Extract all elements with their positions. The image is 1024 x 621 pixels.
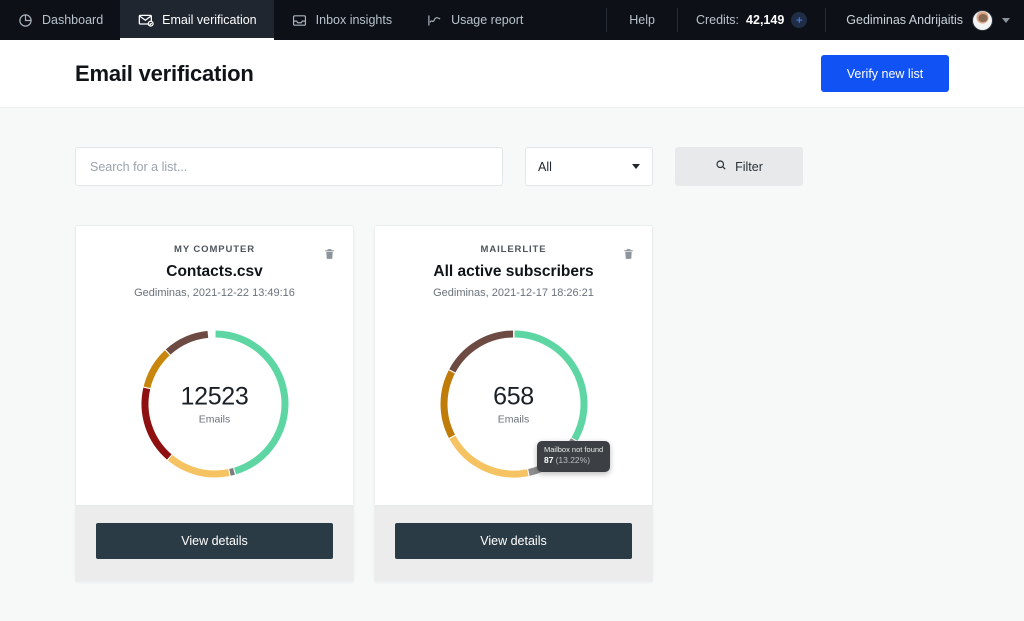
donut-segment[interactable] bbox=[440, 370, 455, 438]
view-details-button[interactable]: View details bbox=[395, 523, 632, 559]
donut-segment[interactable] bbox=[228, 468, 235, 476]
card-source: MAILERLITE bbox=[480, 244, 547, 255]
card-meta: Gediminas, 2021-12-22 13:49:16 bbox=[134, 287, 295, 299]
email-check-icon bbox=[137, 12, 154, 29]
donut-segment[interactable] bbox=[527, 438, 577, 476]
list-type-select-value: All bbox=[538, 159, 552, 174]
user-name: Gediminas Andrijaitis bbox=[846, 13, 963, 27]
donut-chart[interactable] bbox=[135, 324, 295, 484]
nav-item-dashboard[interactable]: Dashboard bbox=[0, 0, 120, 40]
chevron-down-icon bbox=[632, 164, 640, 169]
filter-button-label: Filter bbox=[735, 159, 763, 174]
card-body: MAILERLITE All active subscribers Gedimi… bbox=[375, 226, 652, 505]
donut-chart[interactable] bbox=[434, 324, 594, 484]
top-navbar: Dashboard Email verification Inbox insig… bbox=[0, 0, 1024, 40]
donut-segment[interactable] bbox=[141, 387, 172, 460]
primary-nav: Dashboard Email verification Inbox insig… bbox=[0, 0, 540, 40]
search-input[interactable] bbox=[75, 147, 503, 186]
nav-item-inbox-insights[interactable]: Inbox insights bbox=[274, 0, 409, 40]
credits-display[interactable]: Credits: 42,149 + bbox=[678, 0, 825, 40]
donut-segment[interactable] bbox=[215, 330, 288, 475]
card-footer: View details bbox=[375, 505, 652, 581]
credits-value: 42,149 bbox=[746, 13, 785, 27]
user-menu[interactable]: Gediminas Andrijaitis bbox=[826, 0, 1024, 40]
donut-segment[interactable] bbox=[143, 350, 170, 389]
view-details-button[interactable]: View details bbox=[96, 523, 333, 559]
chevron-down-icon[interactable] bbox=[1002, 17, 1010, 23]
list-card[interactable]: MY COMPUTER Contacts.csv Gediminas, 2021… bbox=[75, 225, 354, 582]
donut-chart-container: 658 Emails Mailbox not found 87 (13.22%) bbox=[389, 313, 638, 495]
list-cards: MY COMPUTER Contacts.csv Gediminas, 2021… bbox=[75, 225, 949, 582]
card-body: MY COMPUTER Contacts.csv Gediminas, 2021… bbox=[76, 226, 353, 505]
card-footer: View details bbox=[76, 505, 353, 581]
nav-item-email-verification[interactable]: Email verification bbox=[120, 0, 274, 40]
donut-segment[interactable] bbox=[167, 454, 230, 478]
plus-icon[interactable]: + bbox=[791, 12, 808, 28]
trash-icon[interactable] bbox=[620, 246, 636, 262]
secondary-nav: Help Credits: 42,149 + Gediminas Andrija… bbox=[606, 0, 1024, 40]
donut-segment[interactable] bbox=[448, 435, 528, 478]
donut-chart-container: 12523 Emails bbox=[90, 313, 339, 495]
nav-label-usage-report: Usage report bbox=[451, 13, 524, 27]
help-link[interactable]: Help bbox=[607, 0, 677, 40]
verify-new-list-button[interactable]: Verify new list bbox=[821, 55, 949, 92]
pie-chart-icon bbox=[17, 12, 34, 29]
credits-label: Credits: bbox=[695, 13, 740, 27]
page-title: Email verification bbox=[75, 60, 254, 86]
list-type-select[interactable]: All bbox=[525, 147, 653, 186]
card-source: MY COMPUTER bbox=[174, 244, 255, 255]
filter-toolbar: All Filter bbox=[75, 147, 949, 186]
filter-button[interactable]: Filter bbox=[675, 147, 803, 186]
nav-label-email-verification: Email verification bbox=[162, 13, 257, 27]
avatar bbox=[972, 9, 993, 31]
card-title: All active subscribers bbox=[433, 263, 594, 280]
search-icon bbox=[715, 159, 727, 174]
card-title: Contacts.csv bbox=[166, 263, 263, 280]
nav-item-usage-report[interactable]: Usage report bbox=[409, 0, 540, 40]
page-header: Email verification Verify new list bbox=[0, 40, 1024, 108]
card-meta: Gediminas, 2021-12-17 18:26:21 bbox=[433, 287, 594, 299]
main-content: All Filter MY COMPUTER Contacts.csv bbox=[0, 108, 1024, 582]
donut-segment[interactable] bbox=[165, 330, 208, 355]
nav-label-inbox-insights: Inbox insights bbox=[315, 13, 393, 27]
donut-segment[interactable] bbox=[514, 330, 587, 441]
trash-icon[interactable] bbox=[321, 246, 337, 262]
nav-label-dashboard: Dashboard bbox=[42, 13, 104, 27]
list-card[interactable]: MAILERLITE All active subscribers Gedimi… bbox=[374, 225, 653, 582]
inbox-icon bbox=[291, 12, 308, 29]
donut-segment[interactable] bbox=[448, 330, 513, 373]
chart-line-icon bbox=[426, 12, 443, 29]
